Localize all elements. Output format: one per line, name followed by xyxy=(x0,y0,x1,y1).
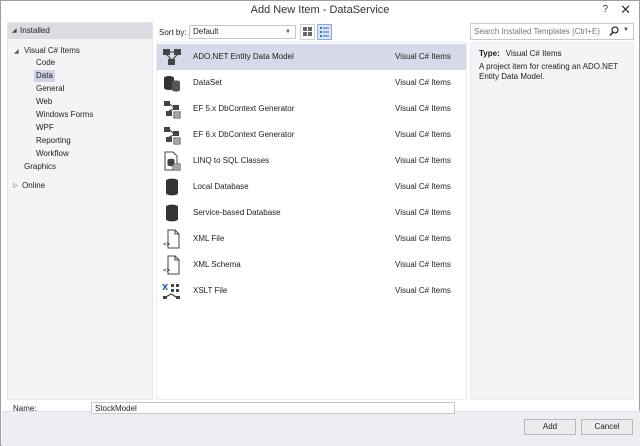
template-name: Service-based Database xyxy=(193,208,281,217)
search-box[interactable]: ▼ xyxy=(470,23,634,40)
database-icon xyxy=(166,204,178,222)
tree-item-data[interactable]: Data xyxy=(34,70,55,82)
template-list: ADO.NET Entity Data Model Visual C# Item… xyxy=(156,42,467,400)
name-label: Name: xyxy=(13,404,37,413)
tree-item-code[interactable]: Code xyxy=(36,57,55,69)
template-name: EF 6.x DbContext Generator xyxy=(193,130,295,139)
template-type: Visual C# Items xyxy=(395,182,451,191)
template-row-ef5-dbcontext-generator[interactable]: EF 5.x DbContext Generator Visual C# Ite… xyxy=(157,96,466,122)
template-row-service-based-database[interactable]: Service-based Database Visual C# Items xyxy=(157,200,466,226)
help-button[interactable]: ? xyxy=(602,4,608,15)
template-type: Visual C# Items xyxy=(395,130,451,139)
template-row-xml-schema[interactable]: <> XML Schema Visual C# Items xyxy=(157,252,466,278)
chevron-down-icon: ▼ xyxy=(285,29,291,35)
category-tree: ◢ Installed ◢ Visual C# Items Code Data … xyxy=(7,22,153,400)
search-input[interactable] xyxy=(471,24,611,39)
template-name: XML Schema xyxy=(193,260,241,269)
description-text: A project item for creating an ADO.NET E… xyxy=(479,62,619,81)
xml-file-icon: <> xyxy=(163,229,180,249)
add-new-item-dialog: Add New Item - DataService ? ✕ ◢ Install… xyxy=(0,0,640,446)
description-type-line: Type: Visual C# Items xyxy=(479,49,625,58)
name-input[interactable] xyxy=(91,402,455,414)
template-row-xslt-file[interactable]: X XSLT File Visual C# Items xyxy=(157,278,466,304)
tree-item-windows-forms[interactable]: Windows Forms xyxy=(36,109,93,121)
template-name: LINQ to SQL Classes xyxy=(193,156,270,165)
template-row-linq-to-sql-classes[interactable]: LINQ to SQL Classes Visual C# Items xyxy=(157,148,466,174)
tree-item-reporting[interactable]: Reporting xyxy=(36,135,71,147)
template-type: Visual C# Items xyxy=(395,104,451,113)
template-name: DataSet xyxy=(193,78,222,87)
tree-item-online[interactable]: Online xyxy=(22,180,45,192)
tree-item-web[interactable]: Web xyxy=(36,96,52,108)
dataset-icon xyxy=(164,76,180,92)
type-label: Type: xyxy=(479,49,500,58)
chevron-down-icon[interactable]: ▼ xyxy=(623,27,629,33)
template-name: XSLT File xyxy=(193,286,228,295)
template-type: Visual C# Items xyxy=(395,78,451,87)
template-row-local-database[interactable]: Local Database Visual C# Items xyxy=(157,174,466,200)
svg-text:<>: <> xyxy=(163,241,171,248)
xslt-file-icon: X xyxy=(162,283,180,299)
entity-model-icon xyxy=(163,49,181,65)
dbcontext-generator-icon xyxy=(164,101,181,119)
database-icon xyxy=(166,178,178,196)
expand-arrow-icon[interactable]: ◢ xyxy=(14,48,19,55)
add-button[interactable]: Add xyxy=(524,419,576,435)
template-type: Visual C# Items xyxy=(395,156,451,165)
svg-text:<>: <> xyxy=(163,267,171,274)
template-row-dataset[interactable]: DataSet Visual C# Items xyxy=(157,70,466,96)
tree-item-graphics[interactable]: Graphics xyxy=(24,161,56,173)
search-icon[interactable] xyxy=(609,26,619,37)
template-type: Visual C# Items xyxy=(395,234,451,243)
template-row-ado-net-entity-data-model[interactable]: ADO.NET Entity Data Model Visual C# Item… xyxy=(157,44,466,70)
template-type: Visual C# Items xyxy=(395,52,451,61)
title-bar: Add New Item - DataService ? ✕ xyxy=(1,1,639,21)
template-row-ef6-dbcontext-generator[interactable]: EF 6.x DbContext Generator Visual C# Ite… xyxy=(157,122,466,148)
tree-item-wpf[interactable]: WPF xyxy=(36,122,54,134)
tree-item-visual-csharp[interactable]: Visual C# Items xyxy=(24,45,80,57)
close-button[interactable]: ✕ xyxy=(620,2,631,18)
small-icons-view-button[interactable] xyxy=(317,24,332,40)
template-type: Visual C# Items xyxy=(395,208,451,217)
sort-value: Default xyxy=(193,27,219,36)
template-name: EF 5.x DbContext Generator xyxy=(193,104,295,113)
grid-view-icon xyxy=(303,27,312,36)
tree-item-general[interactable]: General xyxy=(36,83,64,95)
template-name: XML File xyxy=(193,234,225,243)
tree-header-installed[interactable]: ◢ Installed xyxy=(8,23,152,39)
template-name: Local Database xyxy=(193,182,249,191)
xml-schema-icon: <> xyxy=(163,255,180,275)
medium-icons-view-button[interactable] xyxy=(300,24,315,40)
sort-dropdown[interactable]: Default ▼ xyxy=(189,25,296,39)
collapse-arrow-icon[interactable]: ◢ xyxy=(12,23,17,39)
window-title: Add New Item - DataService xyxy=(250,4,390,16)
linq-classes-icon xyxy=(164,151,181,171)
template-type: Visual C# Items xyxy=(395,286,451,295)
svg-text:X: X xyxy=(162,283,169,292)
type-value: Visual C# Items xyxy=(505,49,562,58)
expand-arrow-icon[interactable]: ▷ xyxy=(13,182,18,189)
description-pane: Type: Visual C# Items A project item for … xyxy=(470,42,634,400)
sort-label: Sort by: xyxy=(159,28,187,37)
template-name: ADO.NET Entity Data Model xyxy=(193,52,294,61)
tree-item-workflow[interactable]: Workflow xyxy=(36,148,69,160)
list-view-icon xyxy=(320,27,329,37)
cancel-button[interactable]: Cancel xyxy=(581,419,633,435)
dbcontext-generator-icon xyxy=(164,127,181,145)
template-type: Visual C# Items xyxy=(395,260,451,269)
template-row-xml-file[interactable]: <> XML File Visual C# Items xyxy=(157,226,466,252)
